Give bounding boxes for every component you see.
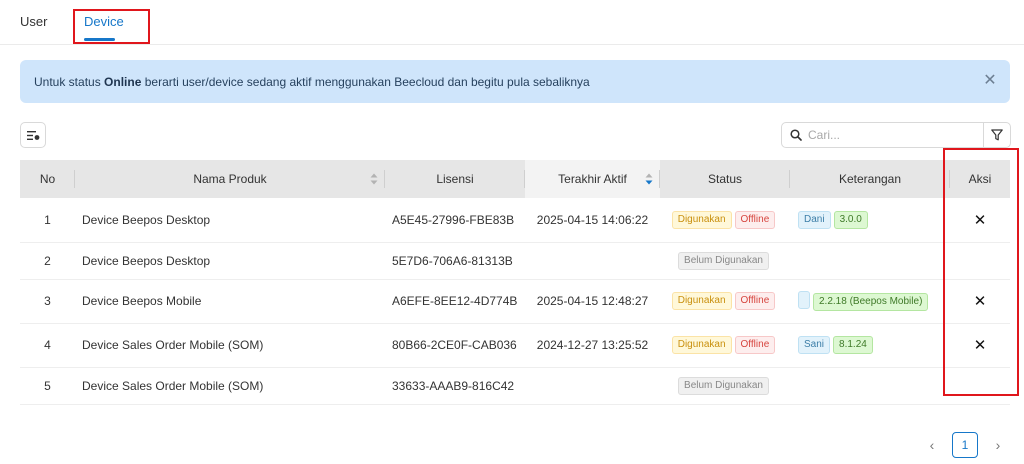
cell-keterangan: [790, 242, 950, 280]
cell-keterangan: 2.2.18 (Beepos Mobile): [790, 279, 950, 324]
table-row: 2 Device Beepos Desktop 5E7D6-706A6-8131…: [20, 242, 1010, 280]
column-settings-icon: [26, 130, 39, 140]
table-row: 4 Device Sales Order Mobile (SOM) 80B66-…: [20, 323, 1010, 368]
header-status: Status: [660, 160, 790, 198]
cell-keterangan: [790, 367, 950, 405]
search-input[interactable]: [808, 128, 978, 142]
cell-lisensi: A5E45-27996-FBE83B: [385, 198, 525, 243]
table-row: 1 Device Beepos Desktop A5E45-27996-FBE8…: [20, 198, 1010, 243]
cell-nama-produk: Device Sales Order Mobile (SOM): [75, 367, 385, 405]
cell-no: 4: [20, 323, 75, 368]
cell-keterangan: Sani 8.1.24: [790, 323, 950, 368]
tab-device[interactable]: Device: [84, 14, 124, 29]
cell-no: 5: [20, 367, 75, 405]
table-row: 3 Device Beepos Mobile A6EFE-8EE12-4D774…: [20, 279, 1010, 324]
cell-terakhir-aktif: [525, 242, 660, 280]
cell-terakhir-aktif: 2024-12-27 13:25:52: [525, 323, 660, 368]
cell-aksi: ✕: [950, 323, 1010, 368]
remove-icon[interactable]: ✕: [974, 211, 987, 229]
alert-text: Untuk status Online berarti user/device …: [34, 75, 590, 89]
version-badge: 8.1.24: [833, 336, 873, 354]
cell-keterangan: Dani 3.0.0: [790, 198, 950, 243]
cell-aksi: [950, 242, 1010, 280]
active-tab-indicator: [84, 38, 115, 41]
info-alert: Untuk status Online berarti user/device …: [20, 60, 1010, 103]
cell-no: 2: [20, 242, 75, 280]
cell-status: Digunakan Offline: [660, 279, 790, 324]
chevron-left-icon[interactable]: ‹: [926, 437, 938, 453]
cell-status: Belum Digunakan: [660, 367, 790, 405]
header-nama-produk[interactable]: Nama Produk: [75, 160, 385, 198]
cell-terakhir-aktif: 2025-04-15 12:48:27: [525, 279, 660, 324]
header-aksi: Aksi: [950, 160, 1010, 198]
cell-lisensi: 80B66-2CE0F-CAB036: [385, 323, 525, 368]
status-badge-offline: Offline: [734, 210, 776, 229]
filter-button[interactable]: [983, 122, 1011, 148]
cell-nama-produk: Device Sales Order Mobile (SOM): [75, 323, 385, 368]
cell-status: Digunakan Offline: [660, 323, 790, 368]
cell-terakhir-aktif: 2025-04-15 14:06:22: [525, 198, 660, 243]
status-badge-used: Digunakan: [671, 292, 732, 310]
cell-terakhir-aktif: [525, 367, 660, 405]
cell-status: Belum Digunakan: [660, 242, 790, 280]
remove-icon[interactable]: ✕: [974, 336, 987, 354]
cell-nama-produk: Device Beepos Desktop: [75, 198, 385, 243]
cell-status: Digunakan Offline: [660, 198, 790, 243]
version-badge: 3.0.0: [833, 210, 868, 229]
header-lisensi: Lisensi: [385, 160, 525, 198]
header-keterangan: Keterangan: [790, 160, 950, 198]
tab-bar: User Device: [0, 0, 1024, 45]
alert-text-bold: Online: [104, 74, 142, 89]
table-row: 5 Device Sales Order Mobile (SOM) 33633-…: [20, 367, 1010, 405]
alert-text-suffix: berarti user/device sedang aktif menggun…: [144, 74, 590, 89]
chevron-right-icon[interactable]: ›: [992, 437, 1004, 453]
pagination: ‹ 1 ›: [926, 432, 1004, 458]
sort-icon[interactable]: [370, 173, 378, 185]
version-badge: 2.2.18 (Beepos Mobile): [813, 292, 929, 311]
filter-icon: [991, 129, 1003, 141]
user-badge: Sani: [798, 336, 831, 354]
search-box: [781, 122, 984, 148]
remove-icon[interactable]: ✕: [974, 292, 987, 310]
cell-aksi: [950, 367, 1010, 405]
user-badge: [798, 291, 810, 310]
status-badge-unused: Belum Digunakan: [678, 251, 769, 270]
table-header-row: No Nama Produk Lisensi Terakhir Aktif St…: [20, 160, 1010, 198]
header-no: No: [20, 160, 75, 198]
status-badge-used: Digunakan: [671, 336, 732, 354]
cell-lisensi: 33633-AAAB9-816C42: [385, 367, 525, 405]
sort-desc-icon[interactable]: [645, 173, 653, 185]
cell-aksi: ✕: [950, 279, 1010, 324]
user-badge: Dani: [798, 210, 831, 229]
cell-no: 3: [20, 279, 75, 324]
device-table: No Nama Produk Lisensi Terakhir Aktif St…: [20, 160, 1010, 405]
column-settings-button[interactable]: [20, 122, 46, 148]
cell-lisensi: 5E7D6-706A6-81313B: [385, 242, 525, 280]
status-badge-used: Digunakan: [671, 210, 732, 229]
cell-aksi: ✕: [950, 198, 1010, 243]
header-terakhir-aktif[interactable]: Terakhir Aktif: [525, 160, 660, 198]
alert-text-prefix: Untuk status: [34, 74, 101, 89]
search-icon: [790, 129, 802, 141]
cell-nama-produk: Device Beepos Mobile: [75, 279, 385, 324]
cell-no: 1: [20, 198, 75, 243]
page-number-button[interactable]: 1: [952, 432, 978, 458]
close-icon[interactable]: ✕: [982, 73, 998, 89]
cell-lisensi: A6EFE-8EE12-4D774B: [385, 279, 525, 324]
status-badge-unused: Belum Digunakan: [678, 376, 769, 395]
status-badge-offline: Offline: [734, 292, 776, 310]
status-badge-offline: Offline: [734, 336, 776, 354]
cell-nama-produk: Device Beepos Desktop: [75, 242, 385, 280]
tab-user[interactable]: User: [20, 14, 47, 29]
